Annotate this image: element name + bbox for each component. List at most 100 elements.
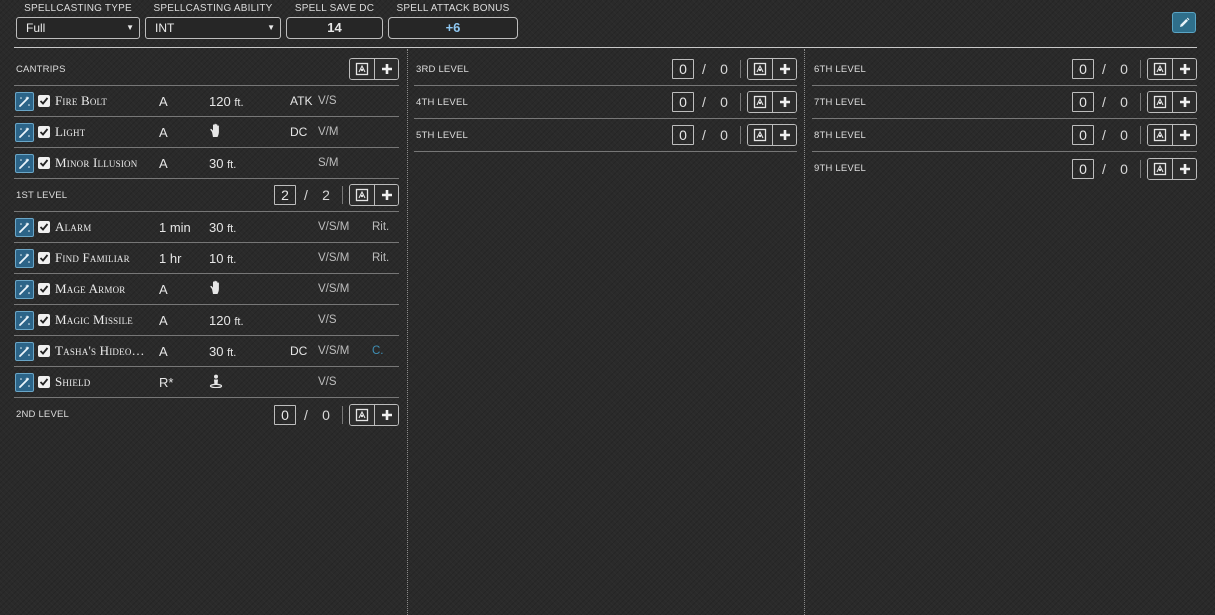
- spell-row[interactable]: Find Familiar 1 hr 10 ft. V/S/M Rit.: [14, 243, 399, 274]
- spell-name[interactable]: Minor Illusion: [55, 155, 137, 171]
- spell-range: [209, 374, 223, 391]
- cast-spell-button[interactable]: [15, 91, 34, 111]
- spellbook-button[interactable]: [350, 59, 374, 79]
- cast-spell-button[interactable]: [15, 248, 34, 268]
- spellcasting-ability-label: SPELLCASTING ABILITY: [153, 3, 273, 14]
- spell-range: 30 ft.: [209, 220, 236, 235]
- spell-row[interactable]: Magic Missile A 120 ft. V/S: [14, 305, 399, 336]
- spellbook-button[interactable]: [350, 404, 374, 425]
- spellcasting-ability-select[interactable]: INT ▼: [145, 17, 281, 39]
- spell-row[interactable]: Fire Bolt A 120 ft. ATK V/S: [14, 86, 399, 117]
- spell-row[interactable]: Tasha's Hideo… A 30 ft. DC V/S/M C.: [14, 336, 399, 367]
- spell-components: S/M: [318, 157, 339, 169]
- spell-range: 120 ft.: [209, 94, 244, 109]
- plus-icon: [779, 64, 790, 74]
- level-5-slots-current[interactable]: 0: [672, 125, 694, 145]
- spellcasting-type-label: SPELLCASTING TYPE: [24, 3, 132, 14]
- level-6-label: 6TH LEVEL: [814, 63, 866, 75]
- cast-spell-button[interactable]: [15, 217, 34, 237]
- cast-spell-button[interactable]: [15, 341, 34, 361]
- spell-components: V/S/M: [318, 221, 350, 233]
- level-3-slots-current[interactable]: 0: [672, 59, 694, 79]
- add-spell-button[interactable]: [772, 92, 796, 112]
- spell-range-unit: ft.: [227, 222, 237, 235]
- add-spell-button[interactable]: [1172, 92, 1196, 112]
- prepared-checkbox[interactable]: [38, 95, 50, 107]
- plus-icon: [381, 409, 392, 420]
- level-6-actions: [1147, 58, 1197, 80]
- spell-attack-type: ATK: [290, 94, 313, 108]
- spellbook-button[interactable]: [748, 125, 772, 145]
- spell-row[interactable]: Mage Armor A V/S/M: [14, 274, 399, 305]
- cast-spell-button[interactable]: [15, 279, 34, 299]
- divider: [1140, 60, 1141, 78]
- cast-spell-button[interactable]: [15, 372, 34, 392]
- spell-name[interactable]: Shield: [55, 374, 90, 390]
- prepared-checkbox[interactable]: [38, 314, 50, 326]
- checkmark-icon: [39, 128, 49, 136]
- spell-save-dc-value[interactable]: 14: [286, 17, 383, 39]
- level-8-actions: [1147, 124, 1197, 146]
- level-2-slots-current[interactable]: 0: [274, 404, 296, 425]
- spell-range: [209, 123, 223, 141]
- spellbook-button[interactable]: [1148, 59, 1172, 79]
- spell-casting-time: A: [159, 155, 168, 171]
- level-7-slots-current[interactable]: 0: [1072, 92, 1094, 112]
- spellbook-button[interactable]: [748, 92, 772, 112]
- spellbook-button[interactable]: [748, 59, 772, 79]
- prepared-checkbox[interactable]: [38, 283, 50, 295]
- spell-row[interactable]: Light A DC V/M: [14, 117, 399, 148]
- spell-name[interactable]: Find Familiar: [55, 250, 130, 266]
- spell-row[interactable]: Shield R* V/S: [14, 367, 399, 398]
- checkmark-icon: [39, 316, 49, 324]
- spell-name[interactable]: Fire Bolt: [55, 93, 107, 109]
- spellcasting-type-select[interactable]: Full ▼: [16, 17, 140, 39]
- prepared-checkbox[interactable]: [38, 376, 50, 388]
- add-spell-button[interactable]: [772, 59, 796, 79]
- add-spell-button[interactable]: [772, 125, 796, 145]
- prepared-checkbox[interactable]: [38, 345, 50, 357]
- prepared-checkbox[interactable]: [38, 221, 50, 233]
- level-9-slots-max: 0: [1120, 160, 1128, 177]
- prepared-checkbox[interactable]: [38, 157, 50, 169]
- add-spell-button[interactable]: [374, 404, 398, 425]
- prepared-checkbox[interactable]: [38, 252, 50, 264]
- spell-name[interactable]: Tasha's Hideo…: [55, 343, 145, 359]
- plus-icon: [779, 97, 790, 107]
- level-4-label: 4TH LEVEL: [416, 96, 468, 108]
- spellbook-button[interactable]: [1148, 92, 1172, 112]
- level-8-header: 8TH LEVEL 0 / 0: [812, 119, 1197, 152]
- add-spell-button[interactable]: [374, 59, 398, 79]
- spellbook-button[interactable]: [1148, 125, 1172, 145]
- level-1-slots-current[interactable]: 2: [274, 185, 296, 205]
- add-spell-button[interactable]: [374, 185, 398, 205]
- spellbook-button[interactable]: [350, 185, 374, 205]
- chevron-down-icon: ▼: [126, 23, 134, 32]
- spell-name[interactable]: Magic Missile: [55, 312, 133, 328]
- level-8-slots-current[interactable]: 0: [1072, 125, 1094, 145]
- edit-button[interactable]: [1172, 12, 1196, 33]
- spell-range-value: 10: [209, 250, 224, 266]
- add-spell-button[interactable]: [1172, 158, 1196, 179]
- cast-spell-button[interactable]: [15, 310, 34, 330]
- spell-components: V/S: [318, 95, 337, 107]
- add-spell-button[interactable]: [1172, 59, 1196, 79]
- cast-spell-button[interactable]: [15, 153, 34, 173]
- spell-row[interactable]: Alarm 1 min 30 ft. V/S/M Rit.: [14, 212, 399, 243]
- pencil-icon: [1180, 17, 1190, 27]
- spell-name[interactable]: Alarm: [55, 219, 91, 235]
- spell-row[interactable]: Minor Illusion A 30 ft. S/M: [14, 148, 399, 179]
- cast-spell-button[interactable]: [15, 122, 34, 142]
- spell-name[interactable]: Light: [55, 124, 85, 140]
- spell-range-unit: ft.: [234, 315, 244, 328]
- prepared-checkbox[interactable]: [38, 126, 50, 138]
- spell-name[interactable]: Mage Armor: [55, 281, 125, 297]
- spell-attack-bonus-value[interactable]: +6: [388, 17, 518, 39]
- spellbook-button[interactable]: [1148, 158, 1172, 179]
- level-9-slots-current[interactable]: 0: [1072, 158, 1094, 179]
- level-4-slots-current[interactable]: 0: [672, 92, 694, 112]
- spell-components: V/S: [318, 314, 337, 326]
- add-spell-button[interactable]: [1172, 125, 1196, 145]
- spell-components: V/S/M: [318, 252, 350, 264]
- level-6-slots-current[interactable]: 0: [1072, 59, 1094, 79]
